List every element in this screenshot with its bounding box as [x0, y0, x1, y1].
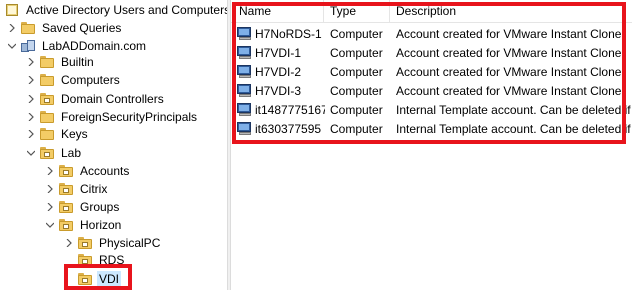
column-divider[interactable] [323, 0, 324, 22]
folder-icon [39, 110, 55, 124]
chevron-down-icon[interactable] [25, 145, 37, 161]
folder-icon [39, 55, 55, 69]
tree-item-label: Lab [61, 146, 82, 160]
cell-description: Internal Template account. Can be delete… [396, 103, 631, 117]
list-row[interactable]: it630377595 Computer Internal Template a… [231, 119, 632, 138]
tree-item-builtin[interactable]: Builtin [25, 53, 96, 71]
tree-item-label: VDI [97, 271, 122, 287]
tree-item-label: Saved Queries [42, 21, 122, 35]
tree-item-label: Horizon [80, 218, 122, 232]
tree-item-lab[interactable]: Lab [25, 144, 83, 162]
folder-icon [39, 73, 55, 87]
tree-item-citrix[interactable]: Citrix [44, 180, 109, 198]
cell-description: Account created for VMware Instant Clone [396, 27, 622, 41]
computer-icon [237, 64, 253, 79]
tree-item-foreign-security-principals[interactable]: ForeignSecurityPrincipals [25, 108, 199, 126]
cell-type: Computer [330, 84, 383, 98]
chevron-right-icon[interactable] [25, 126, 37, 142]
cell-name: it630377595 [255, 122, 322, 136]
folder-icon [39, 127, 55, 141]
chevron-right-icon[interactable] [6, 20, 18, 36]
computer-icon [237, 83, 253, 98]
tree-item-label: LabADDomain.com [42, 39, 147, 53]
chevron-right-icon[interactable] [25, 72, 37, 88]
cell-type: Computer [330, 46, 383, 60]
chevron-right-icon[interactable] [25, 54, 37, 70]
cell-type: Computer [330, 103, 383, 117]
tree-item-label: PhysicalPC [99, 236, 161, 250]
tree-item-domain-controllers[interactable]: Domain Controllers [25, 90, 166, 108]
chevron-right-icon[interactable] [44, 199, 56, 215]
computer-icon [237, 26, 253, 41]
ou-folder-icon [77, 253, 93, 267]
cell-type: Computer [330, 65, 383, 79]
snapin-icon [4, 3, 20, 17]
tree-item-vdi[interactable]: VDI [77, 270, 122, 288]
cell-description: Account created for VMware Instant Clone [396, 46, 622, 60]
tree-item-rds[interactable]: RDS [77, 251, 126, 269]
computer-icon [237, 121, 253, 136]
cell-name: H7VDI-3 [255, 84, 302, 98]
ou-folder-icon [58, 164, 74, 178]
chevron-right-icon[interactable] [44, 163, 56, 179]
list-header: Name Type Description [231, 0, 632, 23]
cell-type: Computer [330, 122, 383, 136]
column-header-description[interactable]: Description [396, 4, 456, 18]
domain-icon [20, 39, 36, 53]
cell-description: Account created for VMware Instant Clone [396, 84, 622, 98]
tree-item-label: Computers [61, 73, 120, 87]
chevron-down-icon[interactable] [6, 38, 18, 54]
chevron-down-icon[interactable] [44, 217, 56, 233]
tree-item-root[interactable]: Active Directory Users and Computers [4, 1, 227, 19]
tree-item-computers[interactable]: Computers [25, 71, 122, 89]
list-row[interactable]: H7VDI-1 Computer Account created for VMw… [231, 43, 632, 62]
tree-item-label: Groups [80, 200, 120, 214]
chevron-right-icon[interactable] [44, 181, 56, 197]
details-pane: Name Type Description H7NoRDS-1 Computer… [231, 0, 632, 290]
chevron-right-icon[interactable] [25, 109, 37, 125]
ou-folder-icon [77, 272, 93, 286]
cell-name: it1487775167 [255, 103, 325, 117]
cell-description: Internal Template account. Can be delete… [396, 122, 631, 136]
cell-name: H7NoRDS-1 [255, 27, 322, 41]
column-divider[interactable] [389, 0, 390, 22]
list-row[interactable]: H7VDI-3 Computer Account created for VMw… [231, 81, 632, 100]
folder-icon [20, 21, 36, 35]
computer-icon [237, 102, 253, 117]
tree-item-label: Keys [61, 127, 88, 141]
ou-folder-icon [39, 146, 55, 160]
tree-item-label: Domain Controllers [61, 92, 164, 106]
tree-item-keys[interactable]: Keys [25, 125, 90, 143]
ou-folder-icon [39, 92, 55, 106]
tree-item-groups[interactable]: Groups [44, 198, 121, 216]
cell-name: H7VDI-1 [255, 46, 302, 60]
list-row[interactable]: H7VDI-2 Computer Account created for VMw… [231, 62, 632, 81]
tree-item-label: ForeignSecurityPrincipals [61, 110, 198, 124]
chevron-right-icon[interactable] [25, 91, 37, 107]
computer-icon [237, 45, 253, 60]
ou-folder-icon [58, 218, 74, 232]
list-row[interactable]: it1487775167 Computer Internal Template … [231, 100, 632, 119]
tree-item-physicalpc[interactable]: PhysicalPC [63, 234, 162, 252]
tree-item-label: Builtin [61, 55, 94, 69]
list-row[interactable]: H7NoRDS-1 Computer Account created for V… [231, 24, 632, 43]
ou-folder-icon [58, 182, 74, 196]
ou-folder-icon [77, 236, 93, 250]
tree-item-label: RDS [99, 253, 125, 267]
console-tree[interactable]: Active Directory Users and Computers Sav… [0, 0, 227, 290]
cell-type: Computer [330, 27, 383, 41]
tree-item-horizon[interactable]: Horizon [44, 216, 123, 234]
ou-folder-icon [58, 200, 74, 214]
column-header-type[interactable]: Type [330, 4, 356, 18]
cell-description: Account created for VMware Instant Clone [396, 65, 622, 79]
tree-item-label: Active Directory Users and Computers [26, 3, 227, 17]
tree-item-label: Citrix [80, 182, 108, 196]
tree-item-saved-queries[interactable]: Saved Queries [6, 19, 123, 37]
cell-name: H7VDI-2 [255, 65, 302, 79]
chevron-right-icon[interactable] [63, 235, 75, 251]
tree-item-accounts[interactable]: Accounts [44, 162, 131, 180]
column-header-name[interactable]: Name [239, 4, 271, 18]
tree-item-label: Accounts [80, 164, 130, 178]
